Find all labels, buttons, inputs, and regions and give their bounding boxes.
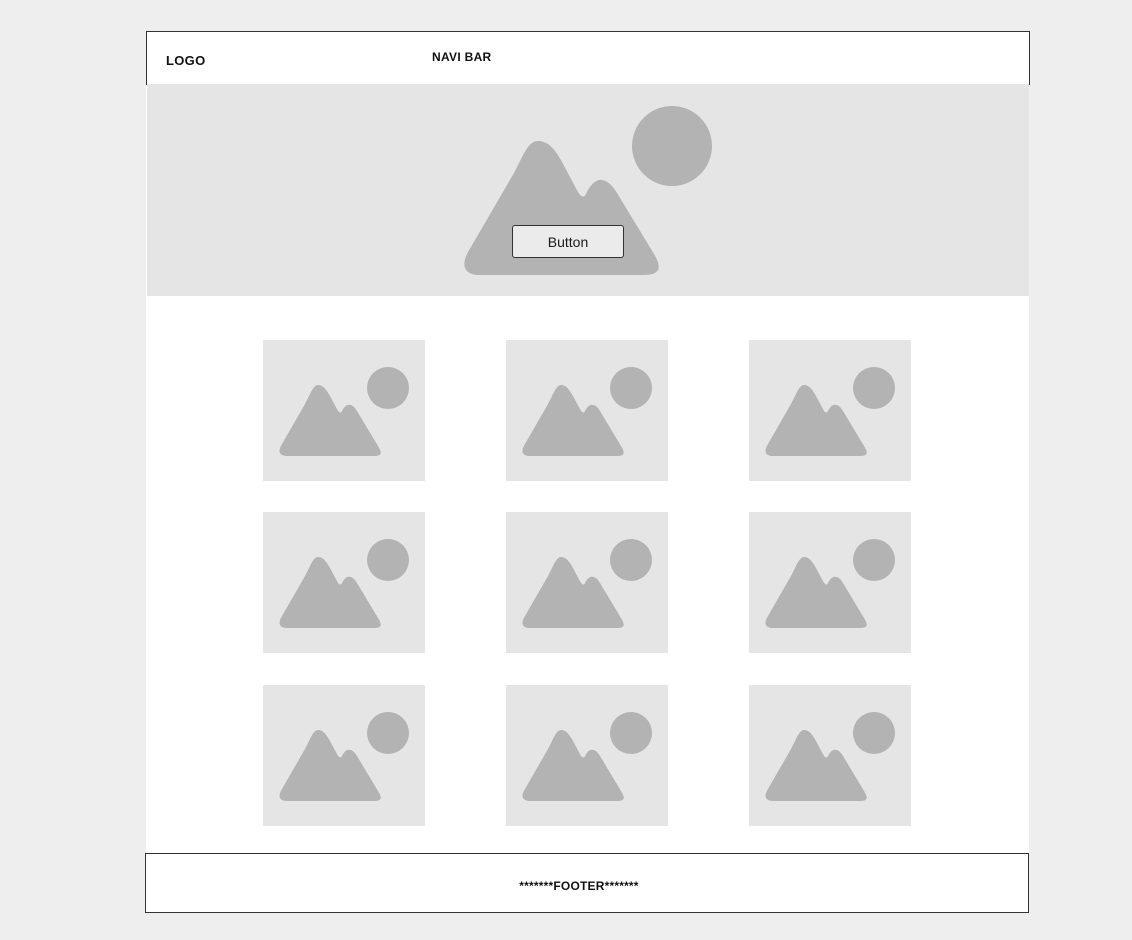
gallery-image[interactable] <box>749 512 911 653</box>
footer-text: *******FOOTER******* <box>519 879 639 893</box>
nav-bar[interactable]: NAVI BAR <box>432 50 492 64</box>
image-placeholder-icon <box>522 367 652 456</box>
gallery-image[interactable] <box>263 512 425 653</box>
image-placeholder-icon <box>522 712 652 801</box>
image-placeholder-icon <box>279 539 409 628</box>
image-placeholder-icon <box>765 367 895 456</box>
gallery-image[interactable] <box>263 340 425 481</box>
gallery-image[interactable] <box>749 685 911 826</box>
header: LOGO NAVI BAR <box>146 31 1030 85</box>
image-placeholder-icon <box>279 712 409 801</box>
hero-banner: Button <box>147 84 1029 296</box>
logo[interactable]: LOGO <box>166 53 205 68</box>
hero-button[interactable]: Button <box>512 225 624 258</box>
gallery-image[interactable] <box>506 685 668 826</box>
gallery-image[interactable] <box>749 340 911 481</box>
gallery-image[interactable] <box>506 512 668 653</box>
image-placeholder-icon <box>279 367 409 456</box>
gallery-image[interactable] <box>263 685 425 826</box>
image-placeholder-icon <box>765 539 895 628</box>
image-placeholder-icon <box>522 539 652 628</box>
image-placeholder-icon <box>765 712 895 801</box>
gallery-image[interactable] <box>506 340 668 481</box>
footer: *******FOOTER******* <box>145 853 1029 913</box>
